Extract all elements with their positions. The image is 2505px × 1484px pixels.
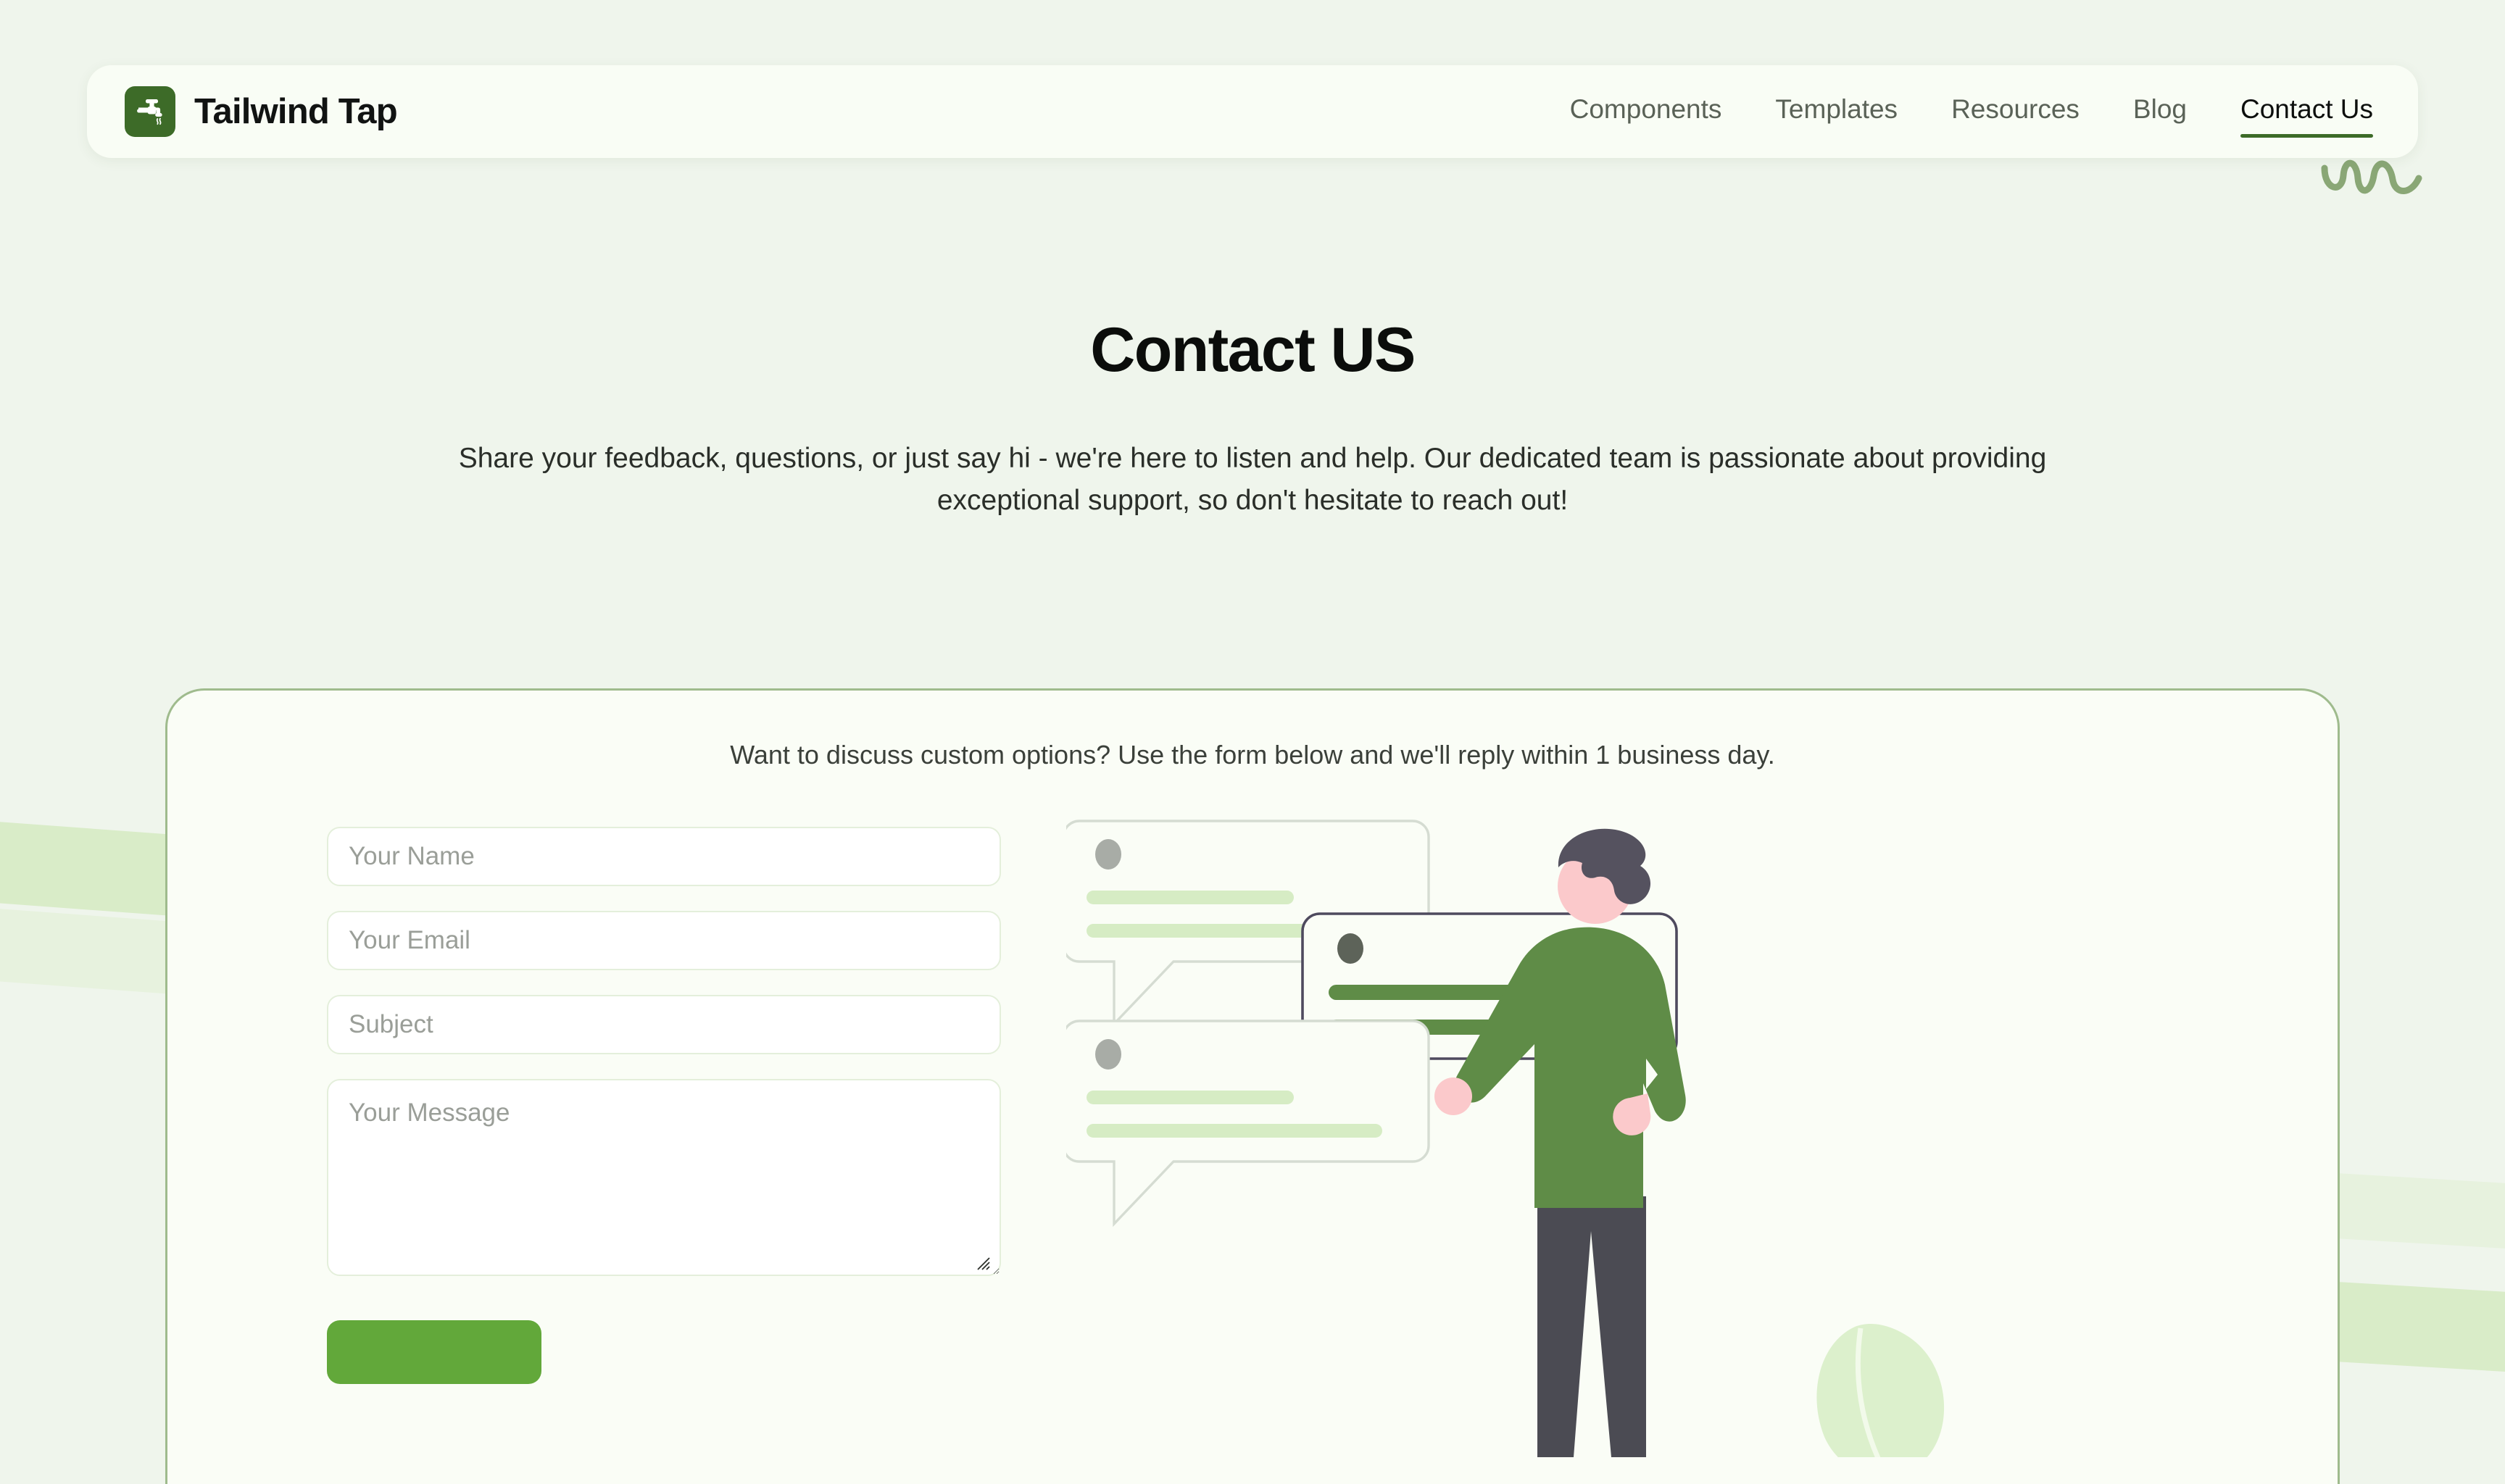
email-input[interactable] (327, 911, 1001, 970)
main-navigation: Components Templates Resources Blog Cont… (1570, 94, 2380, 138)
hero-subtitle: Share your feedback, questions, or just … (458, 443, 2047, 516)
nav-item-components[interactable]: Components (1570, 94, 1722, 129)
nav-item-blog[interactable]: Blog (2133, 94, 2187, 129)
contact-form (327, 827, 1001, 1450)
message-textarea[interactable] (327, 1079, 1001, 1276)
page-title: Contact US (1090, 315, 1416, 385)
brand-name: Tailwind Tap (194, 92, 398, 131)
nav-item-templates[interactable]: Templates (1775, 94, 1898, 129)
contact-card: Want to discuss custom options? Use the … (165, 688, 2340, 1484)
nav-item-contact-us[interactable]: Contact Us (2240, 94, 2374, 138)
site-header: Tailwind Tap Components Templates Resour… (87, 65, 2418, 158)
name-input[interactable] (327, 827, 1001, 886)
nav-item-resources[interactable]: Resources (1951, 94, 2080, 129)
leaf-shape (1816, 1324, 1944, 1457)
green-squiggle-doodle (2321, 159, 2422, 194)
card-lead-text: Want to discuss custom options? Use the … (730, 740, 1775, 770)
subject-input[interactable] (327, 995, 1001, 1054)
bubble-bottom (1066, 1020, 1430, 1227)
hero-section: Contact US Share your feedback, question… (0, 319, 2505, 521)
submit-button[interactable] (327, 1320, 541, 1384)
card-body (167, 820, 2338, 1457)
message-field-wrapper (327, 1079, 1001, 1280)
brand-logo[interactable]: Tailwind Tap (125, 86, 398, 137)
faucet-tap-icon (125, 86, 175, 137)
customer-support-chat-illustration (1066, 820, 2178, 1457)
